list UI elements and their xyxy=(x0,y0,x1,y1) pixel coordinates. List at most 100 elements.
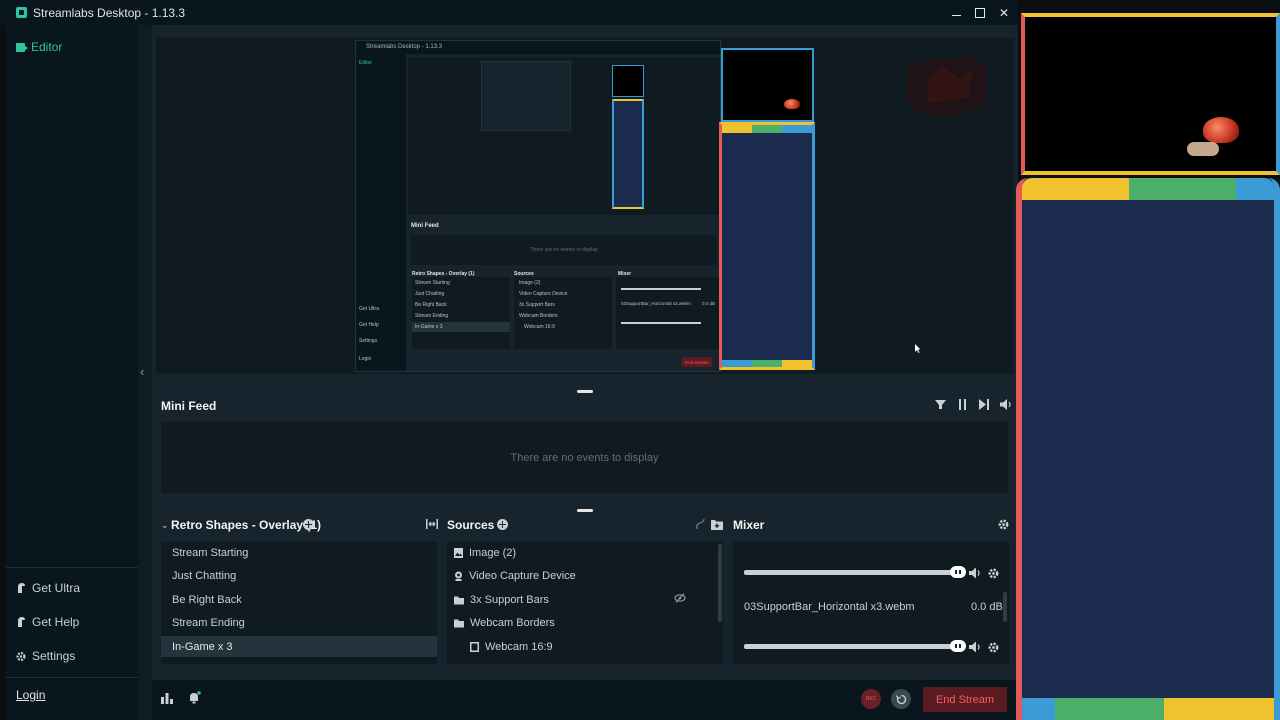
color-strip-top xyxy=(1022,178,1274,200)
source-item[interactable]: Video Capture Device xyxy=(447,565,717,586)
nested-sidebar-label: Get Help xyxy=(359,322,379,328)
sidebar-divider xyxy=(6,567,138,568)
chevron-down-icon[interactable]: ⌄ xyxy=(161,520,169,531)
support-bar-frame-overlay xyxy=(1016,178,1280,720)
color-strip-top xyxy=(722,125,812,133)
filter-icon[interactable] xyxy=(934,397,946,411)
notification-bell-icon[interactable] xyxy=(188,691,201,704)
flame-icon xyxy=(784,99,800,109)
nested-preview-area xyxy=(408,57,720,215)
login-link[interactable]: Login xyxy=(16,688,45,702)
help-icon xyxy=(18,617,25,627)
scene-collection-title[interactable]: Retro Shapes - Overlay (1) xyxy=(171,518,321,532)
pause-icon[interactable] xyxy=(956,397,968,411)
nested-sidebar-label: Settings xyxy=(359,338,378,344)
nested-source-row: Webcam Borders xyxy=(519,313,558,319)
source-label: Webcam 16:9 xyxy=(485,641,553,653)
image-icon xyxy=(470,642,479,652)
add-scene-icon[interactable] xyxy=(303,519,314,530)
support-bar-frame-preview xyxy=(719,122,815,370)
record-button[interactable]: REC xyxy=(861,689,881,709)
window-controls: ✕ xyxy=(950,0,1010,25)
source-label: 3x Support Bars xyxy=(470,594,549,606)
lock-icon[interactable] xyxy=(695,518,706,530)
sidebar-divider xyxy=(6,677,138,678)
footer-bar xyxy=(152,680,1018,720)
source-label: Video Capture Device xyxy=(469,570,576,582)
source-item[interactable]: Webcam 16:9 xyxy=(447,636,717,657)
nested-mini-feed: Mini Feed There are no events to display xyxy=(408,219,720,269)
minimize-button[interactable] xyxy=(950,7,962,19)
mini-feed-empty: There are no events to display xyxy=(161,422,1008,493)
speaker-icon[interactable] xyxy=(969,641,981,653)
nested-sidebar: Editor Get Ultra Get Help Settings Login xyxy=(356,54,406,371)
source-item[interactable]: Webcam Borders xyxy=(447,612,717,633)
nested-end-stream: End Stream xyxy=(682,357,712,367)
mixer-settings-gear-icon[interactable] xyxy=(998,519,1009,530)
add-source-icon[interactable] xyxy=(497,519,508,530)
end-stream-button[interactable]: End Stream xyxy=(923,687,1007,712)
nested-scenes-panel: Stream Starting Just Chatting Be Right B… xyxy=(412,277,510,349)
webcam-image xyxy=(726,53,809,117)
folder-icon xyxy=(454,619,464,628)
nested-empty-text: There are no events to display xyxy=(411,235,717,265)
video-camera-icon xyxy=(16,42,28,52)
volume-slider-track[interactable] xyxy=(744,644,956,649)
speaker-icon[interactable] xyxy=(969,567,981,579)
sidebar-item-get-ultra[interactable]: Get Ultra xyxy=(16,581,80,595)
color-strip-bottom xyxy=(1022,698,1274,720)
replay-icon xyxy=(895,694,906,704)
nested-tall-frame xyxy=(612,99,644,209)
mixer-title: Mixer xyxy=(733,518,765,532)
webcam-frame-overlay xyxy=(1021,13,1280,175)
crown-graphic-icon xyxy=(906,56,988,117)
preview-resize-handle[interactable] xyxy=(577,390,593,393)
preview-capture-window: Streamlabs Desktop - 1.13.3 Editor Get U… xyxy=(355,40,721,372)
sources-scrollbar[interactable] xyxy=(718,544,722,622)
performance-stats-icon[interactable] xyxy=(161,692,173,704)
scene-item[interactable]: Be Right Back xyxy=(161,589,437,610)
sidebar-item-editor[interactable]: Editor xyxy=(16,40,62,54)
add-folder-icon[interactable] xyxy=(711,518,723,530)
gear-icon[interactable] xyxy=(988,642,999,653)
sidebar: Editor Get Ultra Get Help Settings Login xyxy=(6,25,138,720)
title-bar: Streamlabs Desktop - 1.13.3 ✕ xyxy=(0,0,1018,25)
maximize-button[interactable] xyxy=(974,7,986,19)
sidebar-item-label: Editor xyxy=(31,40,63,54)
scene-item[interactable]: Stream Ending xyxy=(161,612,437,633)
replay-buffer-button[interactable] xyxy=(891,689,911,709)
nested-sources-panel: Image (2) Video Capture Device 3x Suppor… xyxy=(514,277,612,349)
visibility-hidden-icon[interactable] xyxy=(674,592,686,604)
nested-mixer-source: 03SupportBar_Horizontal x3.webm xyxy=(621,301,691,306)
feed-resize-handle[interactable] xyxy=(577,509,593,512)
source-item[interactable]: Image (2) xyxy=(447,542,717,563)
collapse-sidebar-icon[interactable]: ‹ xyxy=(140,364,150,380)
studio-preview[interactable]: Streamlabs Desktop - 1.13.3 Editor Get U… xyxy=(156,38,1014,374)
mixer-source-name: 03SupportBar_Horizontal x3.webm xyxy=(744,601,915,613)
sidebar-item-get-help[interactable]: Get Help xyxy=(16,615,79,629)
nested-footer: End Stream xyxy=(408,355,716,369)
skip-icon[interactable] xyxy=(978,397,990,411)
volume-icon[interactable] xyxy=(1000,397,1012,411)
nested-scene-row-selected: In-Game x 3 xyxy=(412,322,510,332)
volume-slider-knob[interactable] xyxy=(950,566,966,578)
mouse-cursor-icon xyxy=(915,344,921,353)
mixer-scrollbar[interactable] xyxy=(1003,592,1007,622)
volume-slider-track[interactable] xyxy=(744,570,956,575)
mixer-db-value: 0.0 dB xyxy=(971,601,1003,613)
volume-slider-knob[interactable] xyxy=(950,640,966,652)
sidebar-item-settings[interactable]: Settings xyxy=(16,649,75,663)
flame-icon xyxy=(1203,117,1239,143)
scene-transition-icon[interactable] xyxy=(426,518,438,530)
close-button[interactable]: ✕ xyxy=(998,6,1010,20)
scene-item-selected[interactable]: In-Game x 3 xyxy=(161,636,437,657)
sidebar-item-label: Settings xyxy=(32,649,76,663)
streamlabs-logo-icon xyxy=(16,7,27,18)
window-title: Streamlabs Desktop - 1.13.3 xyxy=(33,5,186,20)
nested-scene-row: Be Right Back xyxy=(415,302,447,308)
nested-scene-row: Just Chatting xyxy=(415,291,445,297)
scene-item[interactable]: Just Chatting xyxy=(161,565,437,586)
scene-item[interactable]: Stream Starting xyxy=(161,542,437,563)
gear-icon[interactable] xyxy=(988,568,999,579)
nested-mixer-panel: 03SupportBar_Horizontal x3.webm 0.0 dB xyxy=(616,277,720,349)
